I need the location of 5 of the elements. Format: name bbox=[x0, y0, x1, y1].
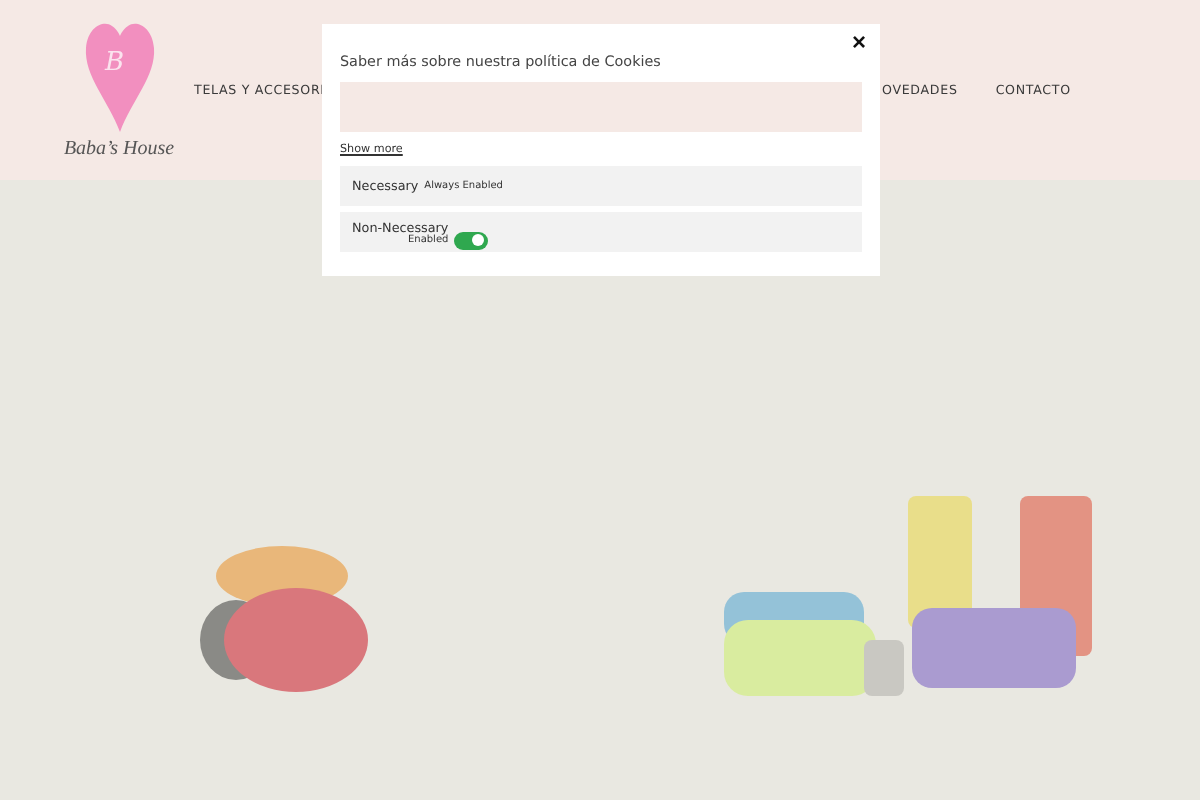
logo-text: Baba’s House bbox=[63, 138, 175, 160]
logo-initial: B bbox=[105, 48, 125, 78]
toggle-switch[interactable] bbox=[454, 231, 489, 249]
heart-icon bbox=[83, 20, 155, 132]
close-button[interactable]: × bbox=[847, 30, 870, 54]
